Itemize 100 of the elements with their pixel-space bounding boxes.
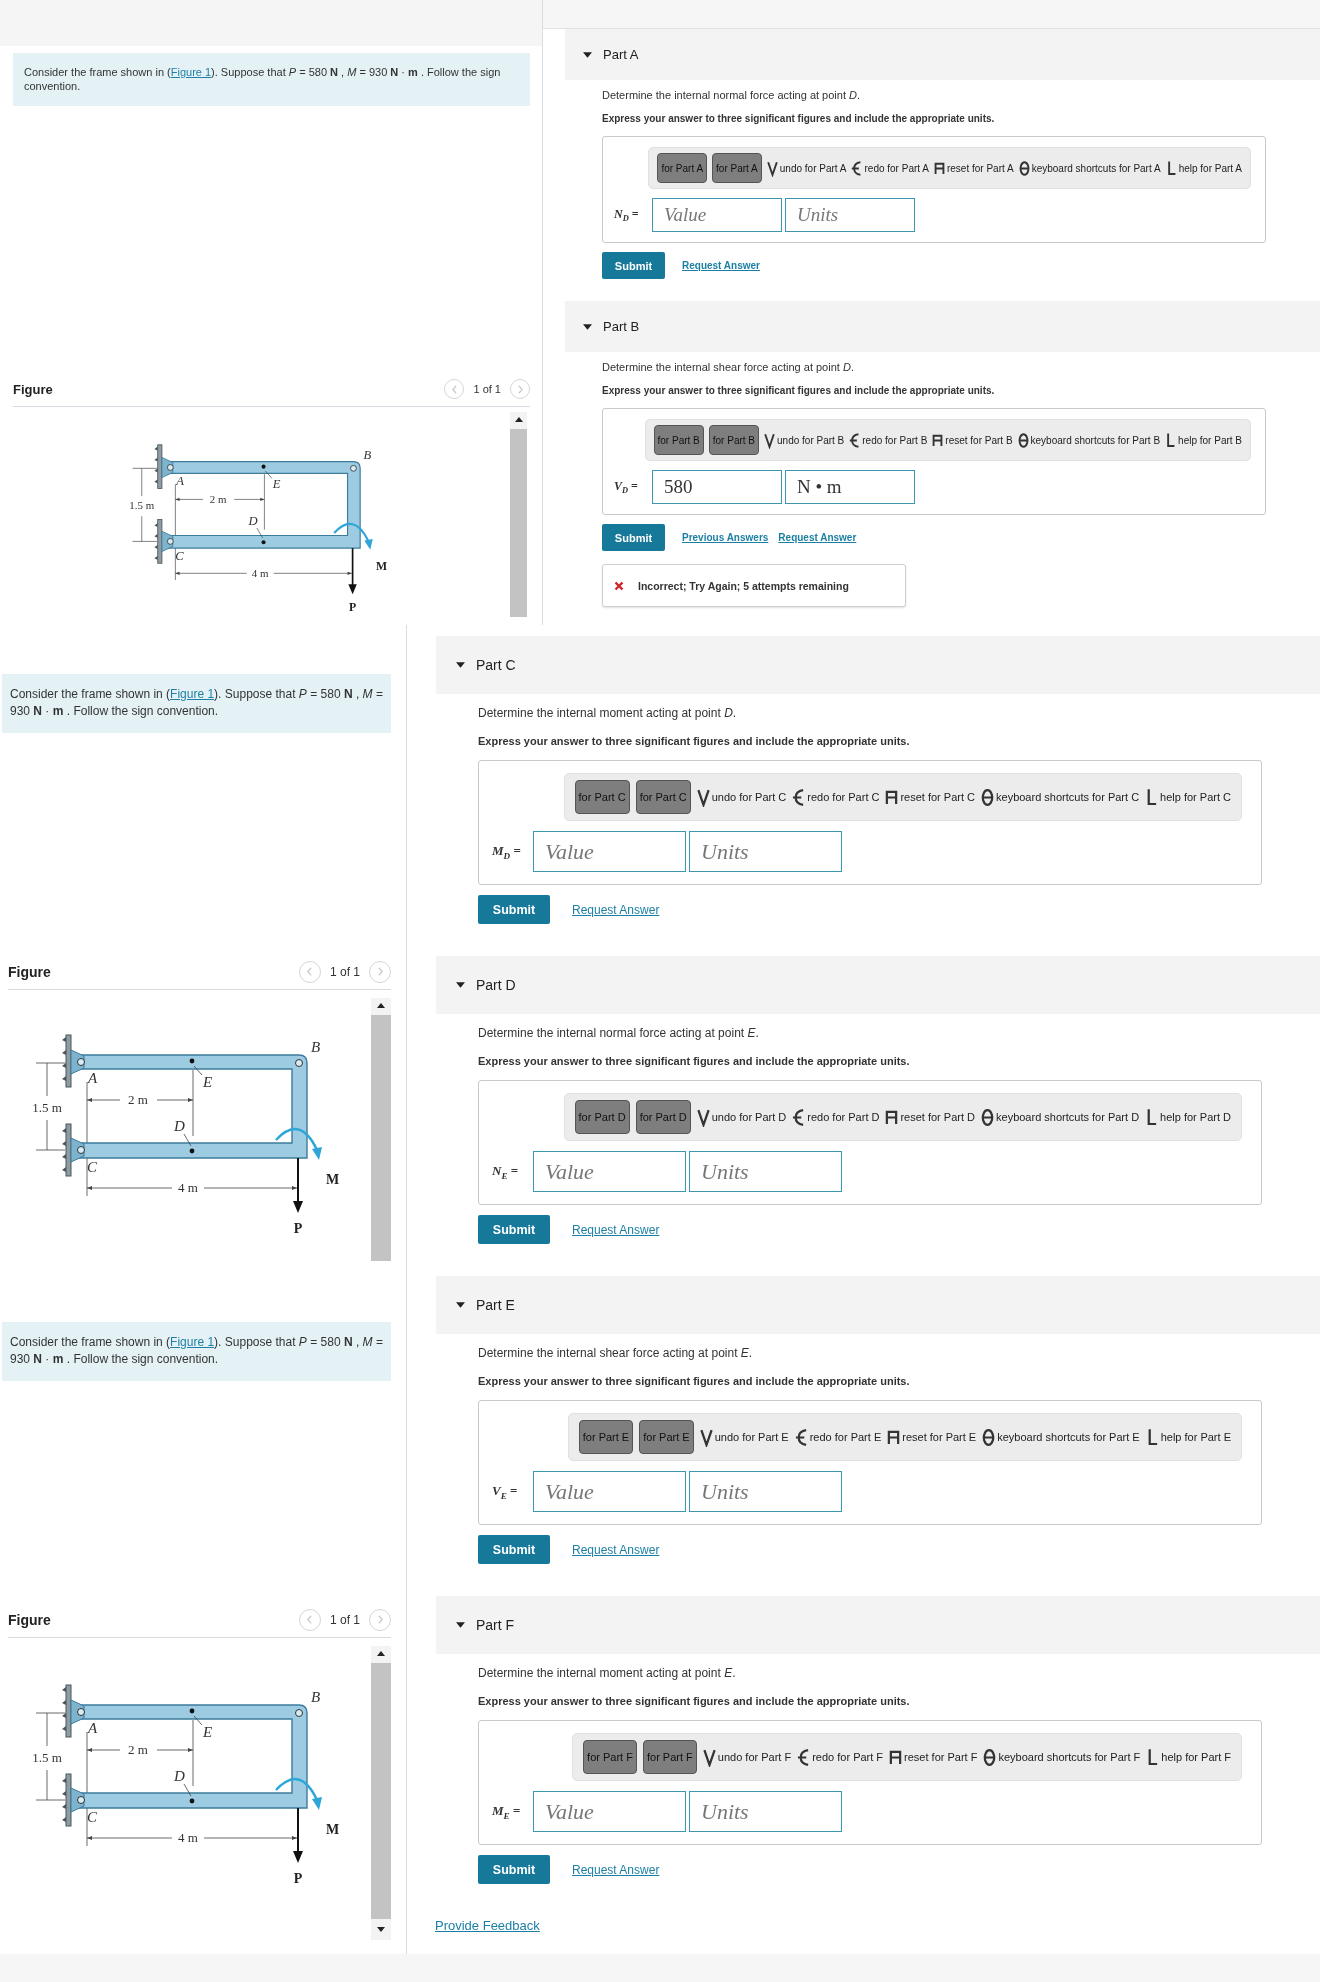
reset-button[interactable]: reset for Part A: [933, 159, 1014, 177]
instruction-text: Express your answer to three significant figures and include the appropriate units.: [478, 1694, 911, 1709]
help-button[interactable]: help for Part B: [1165, 431, 1242, 449]
reset-button[interactable]: reset for Part B: [932, 431, 1013, 449]
part-header[interactable]: Part D: [436, 956, 1320, 1014]
template-button[interactable]: for Part F: [583, 1740, 637, 1774]
part-header[interactable]: Part B: [565, 301, 1320, 352]
template-button[interactable]: for Part C: [635, 780, 691, 814]
request-answer-link[interactable]: Request Answer: [682, 260, 760, 271]
units-field[interactable]: Units: [785, 198, 915, 232]
template-button[interactable]: for Part B: [653, 425, 704, 455]
template-button[interactable]: for Part C: [574, 780, 630, 814]
scroll-up-icon[interactable]: [514, 417, 523, 422]
redo-button[interactable]: redo for Part D: [792, 1107, 880, 1127]
figure-link[interactable]: Figure 1: [170, 66, 212, 78]
help-button[interactable]: help for Part C: [1145, 787, 1231, 807]
previous-answers-link[interactable]: Previous Answers: [682, 532, 769, 543]
value-field[interactable]: Value: [533, 1471, 686, 1512]
point-label: E: [272, 477, 281, 492]
template-button[interactable]: for Part F: [642, 1740, 697, 1774]
help-button[interactable]: help for Part A: [1165, 159, 1242, 177]
units-field[interactable]: Units: [689, 1791, 842, 1832]
scroll-up-icon[interactable]: [377, 1651, 385, 1656]
value-field[interactable]: Value: [652, 198, 782, 232]
point-label: D: [174, 1768, 185, 1784]
figure-link[interactable]: Figure 1: [170, 687, 215, 701]
provide-feedback-link[interactable]: Provide Feedback: [435, 1918, 540, 1933]
submit-button[interactable]: Submit: [478, 895, 550, 924]
request-answer-link[interactable]: Request Answer: [572, 1542, 660, 1557]
l-glyph-icon: [1165, 159, 1177, 177]
template-button[interactable]: for Part E: [578, 1420, 634, 1454]
help-button[interactable]: help for Part E: [1145, 1427, 1231, 1447]
reset-button[interactable]: reset for Part F: [889, 1747, 978, 1767]
theta-glyph-icon: [1017, 431, 1029, 449]
redo-button[interactable]: redo for Part C: [792, 787, 880, 807]
scroll-down-icon[interactable]: [377, 1927, 385, 1932]
dimension-label: 2 m: [209, 492, 227, 505]
figure-heading: Figure: [8, 1611, 51, 1628]
value-field[interactable]: Value: [533, 1151, 686, 1192]
template-button[interactable]: for Part A: [712, 153, 762, 183]
redo-button[interactable]: redo for Part F: [797, 1747, 884, 1767]
keyboard-shortcuts-button[interactable]: keyboard shortcuts for Part B: [1017, 431, 1161, 449]
value-field[interactable]: Value: [533, 831, 686, 872]
submit-button[interactable]: Submit: [478, 1535, 550, 1564]
submit-button[interactable]: Submit: [478, 1855, 550, 1884]
part-header[interactable]: Part F: [436, 1596, 1320, 1654]
curly-bracket-icon: [792, 1107, 806, 1127]
undo-button[interactable]: undo for Part A: [766, 159, 847, 177]
value-field[interactable]: 580: [652, 470, 782, 504]
request-answer-link[interactable]: Request Answer: [572, 1222, 660, 1237]
request-answer-link[interactable]: Request Answer: [572, 902, 660, 917]
part-header[interactable]: Part A: [565, 29, 1320, 80]
template-button[interactable]: for Part A: [657, 153, 708, 183]
figure-link[interactable]: Figure 1: [170, 1335, 215, 1349]
request-answer-link[interactable]: Request Answer: [572, 1862, 660, 1877]
units-field[interactable]: Units: [689, 1151, 842, 1192]
submit-button[interactable]: Submit: [478, 1215, 550, 1244]
template-button[interactable]: for Part D: [635, 1100, 691, 1134]
reset-button[interactable]: reset for Part C: [885, 787, 975, 807]
keyboard-shortcuts-button[interactable]: keyboard shortcuts for Part D: [981, 1107, 1140, 1127]
keyboard-shortcuts-button[interactable]: keyboard shortcuts for Part C: [981, 787, 1140, 807]
redo-button[interactable]: redo for Part A: [851, 159, 929, 177]
undo-button[interactable]: undo for Part E: [699, 1427, 789, 1447]
moment-arrow: [275, 1777, 322, 1810]
help-button[interactable]: help for Part D: [1145, 1107, 1231, 1127]
units-field[interactable]: Units: [689, 1471, 842, 1512]
value-field[interactable]: Value: [533, 1791, 686, 1832]
redo-button[interactable]: redo for Part E: [794, 1427, 882, 1447]
units-field[interactable]: Units: [689, 831, 842, 872]
dimension-label: 1.5 m: [129, 499, 155, 512]
point-label: A: [176, 474, 184, 489]
l-glyph-icon: [1145, 1107, 1159, 1127]
keyboard-shortcuts-button[interactable]: keyboard shortcuts for Part A: [1018, 159, 1161, 177]
redo-button[interactable]: redo for Part B: [849, 431, 928, 449]
moment-arrow: [275, 1127, 322, 1160]
help-button[interactable]: help for Part F: [1146, 1747, 1231, 1767]
template-button[interactable]: for Part B: [708, 425, 759, 455]
reset-button[interactable]: reset for Part E: [887, 1427, 977, 1447]
submit-button[interactable]: Submit: [602, 524, 665, 551]
keyboard-shortcuts-button[interactable]: keyboard shortcuts for Part E: [982, 1427, 1140, 1447]
undo-button[interactable]: undo for Part F: [702, 1747, 792, 1767]
point-label: E: [203, 1074, 213, 1090]
units-field[interactable]: N • m: [785, 470, 915, 504]
leader-line: [264, 470, 273, 479]
request-answer-link[interactable]: Request Answer: [778, 532, 857, 543]
scroll-up-icon[interactable]: [377, 1003, 385, 1008]
pin-joint-icon: [166, 538, 174, 545]
part-header[interactable]: Part C: [436, 636, 1320, 694]
part-header[interactable]: Part E: [436, 1276, 1320, 1334]
extension-line: [264, 473, 265, 530]
pin-joint-icon: [77, 1058, 85, 1066]
template-button[interactable]: for Part D: [574, 1100, 630, 1134]
keyboard-shortcuts-button[interactable]: keyboard shortcuts for Part F: [983, 1747, 1141, 1767]
template-button[interactable]: for Part E: [639, 1420, 694, 1454]
submit-button[interactable]: Submit: [602, 252, 665, 279]
undo-button[interactable]: undo for Part B: [764, 431, 845, 449]
extension-line: [192, 1069, 194, 1137]
undo-button[interactable]: undo for Part D: [696, 1107, 787, 1127]
undo-button[interactable]: undo for Part C: [696, 787, 787, 807]
reset-button[interactable]: reset for Part D: [885, 1107, 975, 1127]
